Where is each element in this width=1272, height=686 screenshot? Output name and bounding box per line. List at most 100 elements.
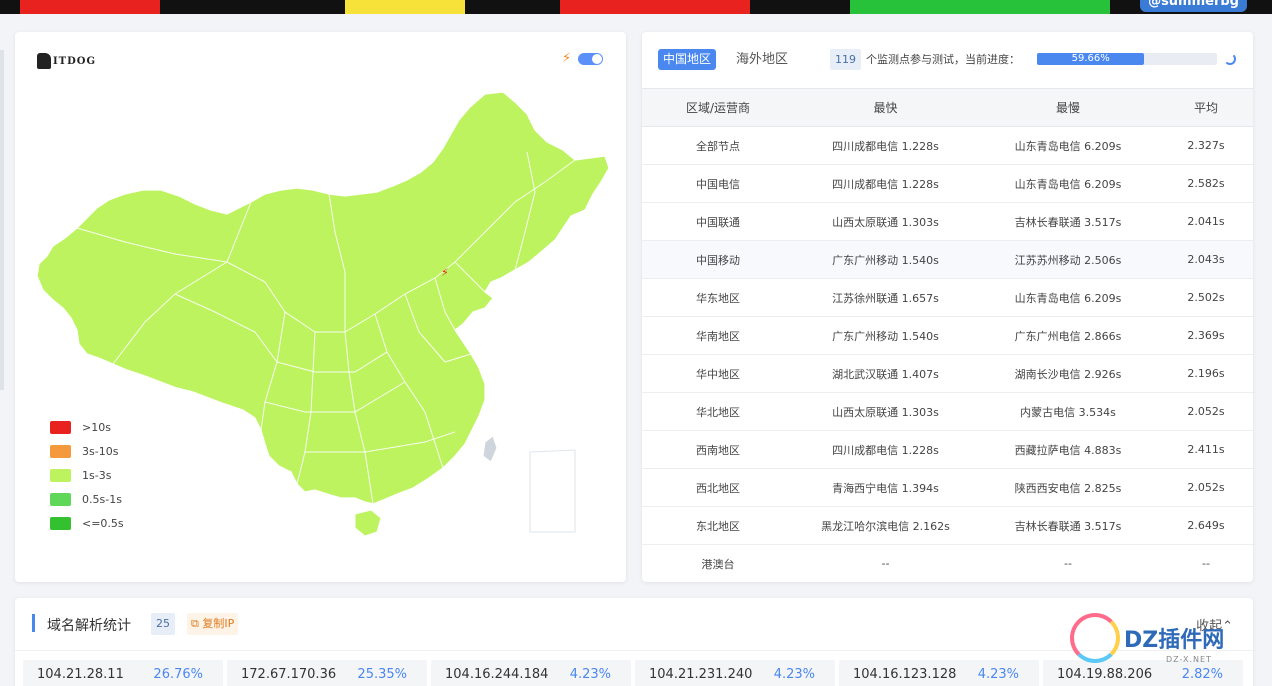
table-cell: 中国电信 bbox=[642, 164, 794, 203]
table-cell: 广东广州移动 1.540s bbox=[794, 240, 977, 279]
table-cell: 江苏徐州联通 1.657s bbox=[794, 278, 977, 317]
table-row[interactable]: 华北地区 山西太原联通 1.303s 内蒙古电信 3.534s 2.052s bbox=[642, 392, 1253, 431]
table-row[interactable]: 港澳台 -- -- -- bbox=[642, 544, 1253, 582]
dns-section-title: 域名解析统计 bbox=[47, 618, 131, 634]
table-row[interactable]: 全部节点 四川成都电信 1.228s 山东青岛电信 6.209s 2.327s bbox=[642, 126, 1253, 165]
table-cell: 中国联通 bbox=[642, 202, 794, 241]
table-cell: 2.041s bbox=[1159, 202, 1253, 241]
table-cell: 山东青岛电信 6.209s bbox=[977, 126, 1159, 165]
legend-label: 3s-10s bbox=[82, 444, 119, 458]
ip-item[interactable]: 104.21.231.240 4.23% bbox=[635, 660, 839, 686]
dz-watermark: DZ插件网 DZ-X.NET bbox=[1070, 613, 1224, 664]
legend-label: 0.5s-1s bbox=[82, 492, 122, 506]
table-cell: 吉林长春联通 3.517s bbox=[977, 506, 1159, 545]
progress-label: 59.66% bbox=[1071, 53, 1110, 64]
table-cell: 2.196s bbox=[1159, 354, 1253, 393]
ip-percentage: 4.23% bbox=[773, 667, 815, 682]
banner-handle: @summerbg bbox=[1140, 0, 1247, 12]
table-cell: 西藏拉萨电信 4.883s bbox=[977, 430, 1159, 469]
legend-item[interactable]: <=0.5s bbox=[50, 511, 124, 535]
table-cell: 山东青岛电信 6.209s bbox=[977, 278, 1159, 317]
legend-item[interactable]: >10s bbox=[50, 415, 124, 439]
beijing-bolt-icon: ⚡ bbox=[441, 266, 449, 279]
ip-item-box: 104.19.88.206 2.82% bbox=[1043, 660, 1243, 686]
left-edge bbox=[0, 50, 4, 390]
ip-address: 104.21.231.240 bbox=[649, 667, 753, 682]
table-row[interactable]: 东北地区 黑龙江哈尔滨电信 2.162s 吉林长春联通 3.517s 2.649s bbox=[642, 506, 1253, 545]
table-cell: 华南地区 bbox=[642, 316, 794, 355]
table-cell: 华北地区 bbox=[642, 392, 794, 431]
table-cell: 四川成都电信 1.228s bbox=[794, 126, 977, 165]
legend-item[interactable]: 0.5s-1s bbox=[50, 487, 124, 511]
table-row[interactable]: 中国联通 山西太原联通 1.303s 吉林长春联通 3.517s 2.041s bbox=[642, 202, 1253, 241]
ip-item-box: 104.21.231.240 4.23% bbox=[635, 660, 835, 686]
table-cell: 2.649s bbox=[1159, 506, 1253, 545]
dns-count-badge: 25 bbox=[151, 613, 175, 635]
table-cell: -- bbox=[977, 544, 1159, 582]
results-table: 区域/运营商 最快 最慢 平均 全部节点 四川成都电信 1.228s 山东青岛电信 6.2… bbox=[642, 88, 1253, 582]
ip-item-box: 104.16.123.128 4.23% bbox=[839, 660, 1039, 686]
legend-item[interactable]: 1s-3s bbox=[50, 463, 124, 487]
ip-item[interactable]: 104.19.88.206 2.82% bbox=[1043, 660, 1247, 686]
south-sea-inset bbox=[529, 449, 576, 533]
dog-logo-icon bbox=[37, 53, 51, 69]
monitor-count-badge: 119 bbox=[830, 49, 861, 70]
taiwan-shape bbox=[482, 435, 498, 463]
map-toggle[interactable] bbox=[578, 53, 603, 65]
table-cell: 山西太原联通 1.303s bbox=[794, 202, 977, 241]
loading-spinner-icon bbox=[1224, 53, 1236, 65]
copy-ip-button[interactable]: ⧉ 复制IP bbox=[187, 613, 239, 635]
table-cell: 港澳台 bbox=[642, 544, 794, 582]
table-cell: 湖北武汉联通 1.407s bbox=[794, 354, 977, 393]
ip-address: 104.19.88.206 bbox=[1057, 667, 1153, 682]
table-cell: 青海西宁电信 1.394s bbox=[794, 468, 977, 507]
section-accent-bar bbox=[32, 614, 35, 632]
map-legend: >10s 3s-10s 1s-3s 0.5s-1s <=0.5s bbox=[50, 415, 124, 535]
legend-swatch bbox=[50, 468, 71, 482]
tab-china[interactable]: 中国地区 bbox=[658, 49, 717, 70]
table-header-row: 区域/运营商 最快 最慢 平均 bbox=[642, 88, 1253, 127]
map-card: ⚡ ITDOG ⚡ >10s 3s-10s 1s-3s 0.5s-1s <=0.5s bbox=[15, 32, 626, 582]
table-row[interactable]: 西南地区 四川成都电信 1.228s 西藏拉萨电信 4.883s 2.411s bbox=[642, 430, 1253, 469]
table-cell: -- bbox=[794, 544, 977, 582]
ip-item[interactable]: 104.16.123.128 4.23% bbox=[839, 660, 1043, 686]
table-cell: 广东广州电信 2.866s bbox=[977, 316, 1159, 355]
legend-item[interactable]: 3s-10s bbox=[50, 439, 124, 463]
column-header: 平均 bbox=[1159, 88, 1253, 127]
ip-item-box: 104.16.244.184 4.23% bbox=[431, 660, 631, 686]
table-cell: 东北地区 bbox=[642, 506, 794, 545]
table-cell: 西北地区 bbox=[642, 468, 794, 507]
table-cell: 2.502s bbox=[1159, 278, 1253, 317]
table-cell: 内蒙古电信 3.534s bbox=[977, 392, 1159, 431]
copy-ip-label: 复制IP bbox=[202, 617, 235, 630]
ip-percentage: 26.76% bbox=[153, 667, 203, 682]
tab-overseas[interactable]: 海外地区 bbox=[736, 49, 788, 70]
ip-percentage: 4.23% bbox=[977, 667, 1019, 682]
logo-text: ITDOG bbox=[53, 55, 97, 67]
legend-label: >10s bbox=[82, 420, 111, 434]
legend-swatch bbox=[50, 492, 71, 506]
legend-swatch bbox=[50, 444, 71, 458]
table-cell: 四川成都电信 1.228s bbox=[794, 430, 977, 469]
ip-item[interactable]: 172.67.170.36 25.35% bbox=[227, 660, 431, 686]
ip-address: 104.16.123.128 bbox=[853, 667, 957, 682]
table-cell: 2.052s bbox=[1159, 468, 1253, 507]
table-cell: -- bbox=[1159, 544, 1253, 582]
table-row[interactable]: 中国电信 四川成都电信 1.228s 山东青岛电信 6.209s 2.582s bbox=[642, 164, 1253, 203]
table-row[interactable]: 西北地区 青海西宁电信 1.394s 陕西西安电信 2.825s 2.052s bbox=[642, 468, 1253, 507]
table-row[interactable]: 华中地区 湖北武汉联通 1.407s 湖南长沙电信 2.926s 2.196s bbox=[642, 354, 1253, 393]
lightning-icon: ⚡ bbox=[562, 51, 572, 66]
table-cell: 山东青岛电信 6.209s bbox=[977, 164, 1159, 203]
table-cell: 2.411s bbox=[1159, 430, 1253, 469]
dns-stats-card: 域名解析统计 25 ⧉ 复制IP 收起⌃ 104.21.28.11 26.76% 1… bbox=[15, 598, 1253, 686]
table-cell: 中国移动 bbox=[642, 240, 794, 279]
ip-item[interactable]: 104.21.28.11 26.76% bbox=[23, 660, 227, 686]
table-row[interactable]: 中国移动 广东广州移动 1.540s 江苏苏州移动 2.506s 2.043s bbox=[642, 240, 1253, 279]
table-cell: 2.327s bbox=[1159, 126, 1253, 165]
ip-percentage: 4.23% bbox=[569, 667, 611, 682]
table-cell: 吉林长春联通 3.517s bbox=[977, 202, 1159, 241]
table-row[interactable]: 华东地区 江苏徐州联通 1.657s 山东青岛电信 6.209s 2.502s bbox=[642, 278, 1253, 317]
top-banner: @summerbg bbox=[0, 0, 1272, 14]
table-row[interactable]: 华南地区 广东广州移动 1.540s 广东广州电信 2.866s 2.369s bbox=[642, 316, 1253, 355]
ip-item[interactable]: 104.16.244.184 4.23% bbox=[431, 660, 635, 686]
